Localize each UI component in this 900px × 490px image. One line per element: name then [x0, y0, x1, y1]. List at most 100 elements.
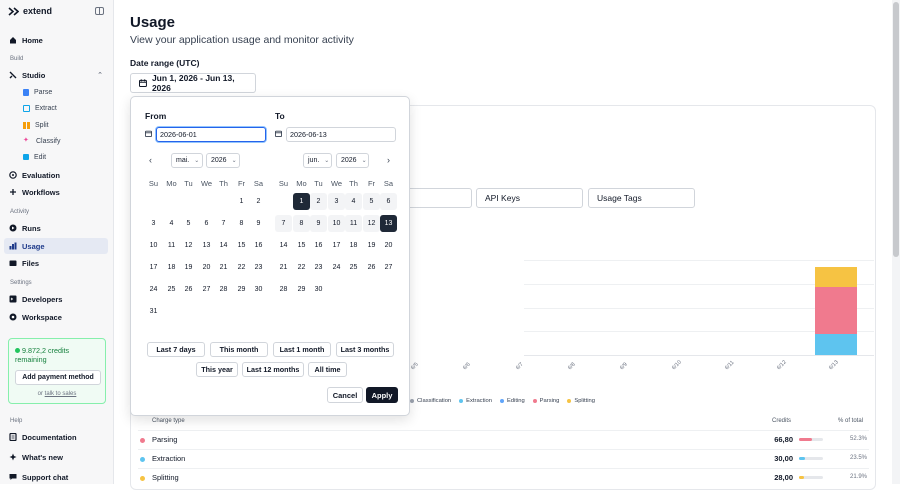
cancel-button[interactable]: Cancel [327, 387, 363, 403]
sidebar-item-split[interactable]: Split [18, 117, 108, 133]
calendar-day[interactable]: 9 [310, 215, 327, 232]
sidebar-item-files[interactable]: Files [4, 255, 108, 271]
sidebar-item-documentation[interactable]: Documentation [4, 429, 108, 445]
calendar-day[interactable]: 1 [233, 193, 250, 210]
sidebar-item-home[interactable]: Home [4, 32, 108, 48]
calendar-day[interactable]: 23 [310, 259, 327, 276]
calendar-day[interactable]: 20 [380, 237, 397, 254]
calendar-day[interactable]: 7 [215, 215, 232, 232]
preset-last-12-months[interactable]: Last 12 months [242, 362, 304, 377]
tab-api-keys[interactable]: API Keys [476, 188, 583, 208]
date-range-button[interactable]: Jun 1, 2026 - Jun 13, 2026 [130, 73, 256, 93]
bar-splitting[interactable] [815, 267, 857, 287]
calendar-day[interactable]: 20 [198, 259, 215, 276]
right-month-select[interactable]: jun. ⌄ [303, 153, 332, 168]
sidebar-item-workspace[interactable]: Workspace [4, 309, 108, 325]
sidebar-item-edit[interactable]: Edit [18, 149, 108, 165]
prev-month-icon[interactable]: ‹ [149, 155, 152, 165]
to-date-input[interactable]: 2026-06-13 [286, 127, 396, 142]
calendar-day[interactable]: 16 [310, 237, 327, 254]
calendar-day[interactable]: 6 [198, 215, 215, 232]
calendar-day[interactable]: 28 [215, 281, 232, 298]
next-month-icon[interactable]: › [387, 155, 390, 165]
calendar-day[interactable]: 23 [250, 259, 267, 276]
calendar-day[interactable]: 19 [363, 237, 380, 254]
calendar-day[interactable]: 31 [145, 303, 162, 320]
calendar-day[interactable]: 27 [198, 281, 215, 298]
sidebar-item-classify[interactable]: ✦ Classify [18, 133, 108, 149]
calendar-day[interactable]: 13 [380, 215, 397, 232]
calendar-day[interactable]: 18 [163, 259, 180, 276]
calendar-day[interactable]: 28 [275, 281, 292, 298]
calendar-day[interactable]: 6 [380, 193, 397, 210]
preset-this-year[interactable]: This year [196, 362, 238, 377]
preset-last-7-days[interactable]: Last 7 days [147, 342, 205, 357]
calendar-day[interactable]: 3 [145, 215, 162, 232]
preset-last-1-month[interactable]: Last 1 month [273, 342, 331, 357]
calendar-day[interactable]: 11 [345, 215, 362, 232]
bar-extraction[interactable] [815, 333, 857, 355]
sidebar-item-studio[interactable]: Studio ⌃ [4, 67, 108, 83]
calendar-day[interactable]: 8 [233, 215, 250, 232]
calendar-day[interactable]: 8 [293, 215, 310, 232]
preset-all-time[interactable]: All time [308, 362, 347, 377]
calendar-day[interactable]: 24 [145, 281, 162, 298]
calendar-day[interactable]: 25 [163, 281, 180, 298]
calendar-day[interactable]: 26 [363, 259, 380, 276]
calendar-day[interactable]: 10 [328, 215, 345, 232]
calendar-day[interactable]: 14 [215, 237, 232, 254]
calendar-day[interactable]: 12 [180, 237, 197, 254]
left-month-select[interactable]: mai. ⌄ [171, 153, 203, 168]
sidebar-item-evaluation[interactable]: Evaluation [4, 167, 108, 183]
calendar-day[interactable]: 17 [328, 237, 345, 254]
collapse-sidebar-icon[interactable] [95, 7, 104, 15]
calendar-day[interactable]: 2 [250, 193, 267, 210]
calendar-day[interactable]: 3 [328, 193, 345, 210]
talk-to-sales-link[interactable]: talk to sales [45, 391, 77, 397]
from-date-input[interactable]: 2026-06-01 [156, 127, 266, 142]
sidebar-item-whats-new[interactable]: What's new [4, 449, 108, 465]
left-year-select[interactable]: 2026 ⌄ [206, 153, 240, 168]
calendar-day[interactable]: 15 [293, 237, 310, 254]
calendar-day[interactable]: 22 [293, 259, 310, 276]
preset-this-month[interactable]: This month [210, 342, 268, 357]
calendar-day[interactable]: 12 [363, 215, 380, 232]
calendar-day[interactable]: 21 [215, 259, 232, 276]
calendar-day[interactable]: 16 [250, 237, 267, 254]
calendar-day[interactable]: 19 [180, 259, 197, 276]
scrollbar-thumb[interactable] [893, 2, 899, 257]
sidebar-item-runs[interactable]: Runs [4, 220, 108, 236]
calendar-day[interactable]: 4 [163, 215, 180, 232]
calendar-day[interactable]: 22 [233, 259, 250, 276]
calendar-day[interactable]: 30 [310, 281, 327, 298]
calendar-day[interactable]: 27 [380, 259, 397, 276]
calendar-day[interactable]: 5 [363, 193, 380, 210]
calendar-day[interactable]: 10 [145, 237, 162, 254]
calendar-day[interactable]: 13 [198, 237, 215, 254]
calendar-day[interactable]: 21 [275, 259, 292, 276]
calendar-day[interactable]: 4 [345, 193, 362, 210]
bar-parsing[interactable] [815, 286, 857, 334]
calendar-day[interactable]: 7 [275, 215, 292, 232]
add-payment-method-button[interactable]: Add payment method [15, 370, 101, 385]
calendar-day[interactable]: 29 [233, 281, 250, 298]
sidebar-item-parse[interactable]: Parse [18, 84, 108, 100]
calendar-day[interactable]: 26 [180, 281, 197, 298]
calendar-day[interactable]: 5 [180, 215, 197, 232]
app-logo[interactable]: extend [8, 6, 52, 16]
apply-button[interactable]: Apply [366, 387, 398, 403]
calendar-day[interactable]: 1 [293, 193, 310, 210]
sidebar-item-usage[interactable]: Usage [4, 238, 108, 254]
page-scrollbar[interactable] [892, 0, 900, 484]
calendar-day[interactable]: 24 [328, 259, 345, 276]
calendar-day[interactable]: 29 [293, 281, 310, 298]
preset-last-3-months[interactable]: Last 3 months [336, 342, 394, 357]
calendar-day[interactable]: 9 [250, 215, 267, 232]
sidebar-item-developers[interactable]: Developers [4, 291, 108, 307]
calendar-day[interactable]: 11 [163, 237, 180, 254]
calendar-day[interactable]: 30 [250, 281, 267, 298]
calendar-day[interactable]: 15 [233, 237, 250, 254]
sidebar-item-support-chat[interactable]: Support chat [4, 469, 108, 485]
calendar-day[interactable]: 17 [145, 259, 162, 276]
calendar-day[interactable]: 2 [310, 193, 327, 210]
